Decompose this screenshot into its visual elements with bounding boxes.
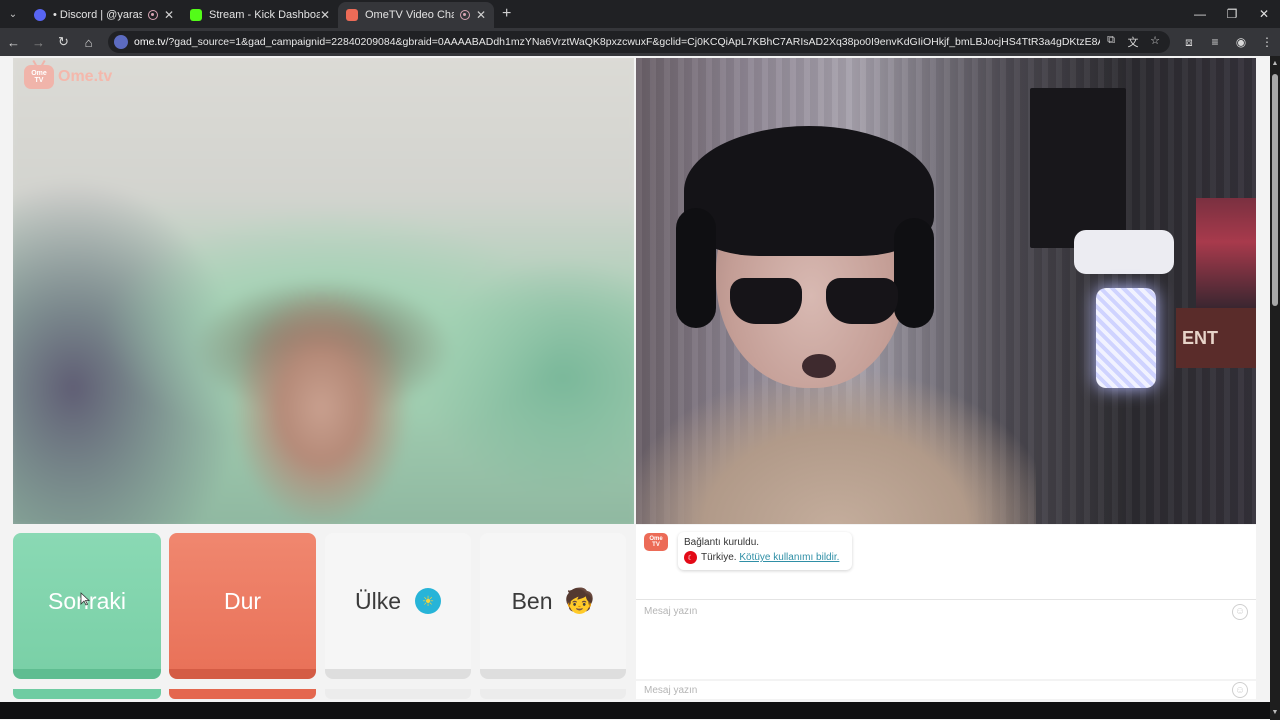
tab-title: • Discord | @yarasata [53,9,142,21]
sunglasses [730,278,898,328]
ometv-avatar-icon: Ome TV [644,533,668,551]
menu-kebab-icon[interactable]: ⋮ [1254,35,1280,50]
wall-poster [1030,88,1126,248]
install-app-icon[interactable]: ⧉ [1100,34,1122,50]
message-input-bar-ghost: Mesaj yazın ☺ [636,681,1256,699]
brand-name: Ome.tv [58,68,113,85]
emoji-picker-icon[interactable]: ☺ [1232,603,1248,620]
gender-button[interactable]: Ben 🧒 [480,533,626,679]
stranger-video-feed [13,58,634,524]
boy-emoji-icon: 🧒 [564,587,595,615]
minimize-icon[interactable]: — [1184,0,1216,28]
ometv-page: OmeTV Ome.tv ENT Sonraki Dur Ülke ☀ Ben … [0,56,1270,720]
address-bar[interactable]: ome.tv/?gad_source=1&gad_campaignid=2284… [108,31,1170,53]
media-controls-icon[interactable]: ≡ [1202,35,1228,50]
tab-kick-dashboard[interactable]: Stream - Kick Dashboard ✕ [182,2,338,28]
home-icon[interactable]: ⌂ [77,30,100,54]
close-tab-icon[interactable]: ✕ [320,8,330,22]
recording-icon [147,10,158,20]
tab-ometv[interactable]: OmeTV Video Chat — Ome ✕ [338,2,494,28]
message-input-bar[interactable]: Mesaj yazın ☺ [636,599,1256,623]
scroll-down-icon[interactable]: ▼ [1270,709,1280,716]
maximize-icon[interactable]: ❐ [1216,0,1248,28]
self-video: ENT [636,58,1256,524]
message-input[interactable]: Mesaj yazın [636,606,1232,617]
back-icon[interactable]: ← [2,30,25,54]
reload-icon[interactable]: ↻ [52,30,75,54]
page-bottom-edge [0,702,1270,719]
tab-discord[interactable]: • Discord | @yarasata ✕ [26,2,182,28]
close-tab-icon[interactable]: ✕ [164,8,174,22]
forward-icon[interactable]: → [27,30,50,54]
stop-button-shadow [169,689,316,699]
scroll-up-icon[interactable]: ▲ [1270,60,1280,67]
discord-favicon-icon [34,9,46,21]
tab-search-icon[interactable]: ⌄ [0,0,26,28]
emoji-picker-icon: ☺ [1232,682,1248,698]
page-scrollbar[interactable]: ▲ ▼ [1270,56,1280,720]
ometv-favicon-icon [346,9,358,21]
next-button[interactable]: Sonraki [13,533,161,679]
bookmark-star-icon[interactable]: ☆ [1144,34,1166,50]
extensions-icon[interactable]: ⧈ [1176,35,1202,50]
streamer-mouth [802,354,836,378]
country-button-label: Ülke [354,587,401,614]
stop-button-label: Dur [223,587,262,614]
mouse-cursor-icon [80,592,90,606]
browser-tab-bar: ⌄ • Discord | @yarasata ✕ Stream - Kick … [0,0,1280,28]
site-info-icon[interactable] [114,35,128,49]
headphones-icon [676,208,716,328]
headphones-icon [894,218,934,328]
country-button[interactable]: Ülke ☀ [325,533,471,679]
microphone [1074,230,1174,390]
stop-button[interactable]: Dur [169,533,316,679]
background-sign: ENT [1176,308,1256,368]
partner-country: Türkiye. [701,552,737,563]
window-controls: — ❐ ✕ [1184,0,1280,28]
recording-icon [459,10,470,20]
url-text: ome.tv/?gad_source=1&gad_campaignid=2284… [134,36,1100,48]
stranger-video [13,58,634,524]
scrollbar-thumb[interactable] [1272,74,1278,306]
system-message: Bağlantı kuruldu. ☾ Türkiye. Kötüye kull… [678,532,852,570]
ometv-logo: Ome TV Ome.tv [24,65,112,89]
translate-icon[interactable]: 文 [1122,34,1144,50]
close-window-icon[interactable]: ✕ [1248,0,1280,28]
browser-toolbar: ← → ↻ ⌂ ome.tv/?gad_source=1&gad_campaig… [0,28,1280,56]
gender-button-shadow [480,689,626,699]
background-rack [1196,198,1256,308]
kazakhstan-flag-icon: ☀ [415,588,441,614]
close-tab-icon[interactable]: ✕ [476,8,486,22]
tv-logo-icon: Ome TV [24,65,54,89]
tab-title: Stream - Kick Dashboard [209,9,320,21]
profile-icon[interactable]: ◉ [1228,35,1254,50]
connection-status: Bağlantı kuruldu. [684,537,760,548]
country-button-shadow [325,689,471,699]
gender-button-label: Ben [511,587,553,614]
turkey-flag-icon: ☾ [684,551,697,564]
new-tab-icon[interactable]: + [502,5,511,23]
next-button-shadow [13,689,161,699]
kick-favicon-icon [190,9,202,21]
tab-title: OmeTV Video Chat — Ome [365,9,454,21]
message-input-ghost: Mesaj yazın [644,684,698,696]
report-abuse-link[interactable]: Kötüye kullanımı bildir. [739,552,839,563]
